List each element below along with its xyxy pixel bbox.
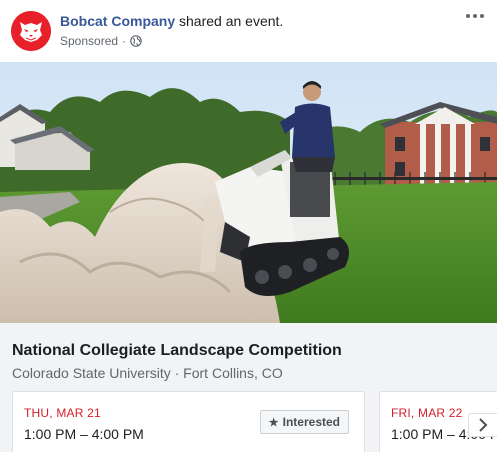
post-meta: Sponsored · — [60, 33, 142, 49]
post-headline: Bobcat Company shared an event. — [60, 12, 283, 30]
skid-steer-photo — [0, 62, 497, 323]
more-options-icon[interactable] — [463, 6, 487, 26]
event-date: THU, MAR 21 — [24, 406, 101, 420]
chevron-right-icon[interactable] — [468, 413, 497, 437]
sponsored-label[interactable]: Sponsored — [60, 33, 118, 49]
event-cover-photo[interactable] — [0, 62, 497, 323]
event-date-card[interactable]: THU, MAR 21 1:00 PM – 4:00 PM ★ Interest… — [12, 391, 365, 452]
page-name-link[interactable]: Bobcat Company — [60, 13, 175, 29]
interested-button[interactable]: ★ Interested — [259, 410, 349, 434]
star-icon: ★ — [268, 416, 279, 429]
globe-icon[interactable] — [130, 35, 142, 47]
meta-separator: · — [122, 34, 127, 48]
interested-label: Interested — [282, 415, 340, 429]
event-time: 1:00 PM – 4:00 PM — [24, 426, 144, 442]
event-info-panel: National Collegiate Landscape Competitio… — [0, 323, 497, 452]
bobcat-logo-icon — [11, 11, 51, 51]
post-action-text: shared an event. — [175, 13, 284, 29]
event-date: FRI, MAR 22 — [391, 406, 463, 420]
post-header: Bobcat Company shared an event. Sponsore… — [0, 0, 497, 62]
page-avatar[interactable] — [11, 11, 51, 51]
event-title[interactable]: National Collegiate Landscape Competitio… — [12, 342, 342, 360]
event-location: Colorado State University · Fort Collins… — [12, 365, 283, 381]
